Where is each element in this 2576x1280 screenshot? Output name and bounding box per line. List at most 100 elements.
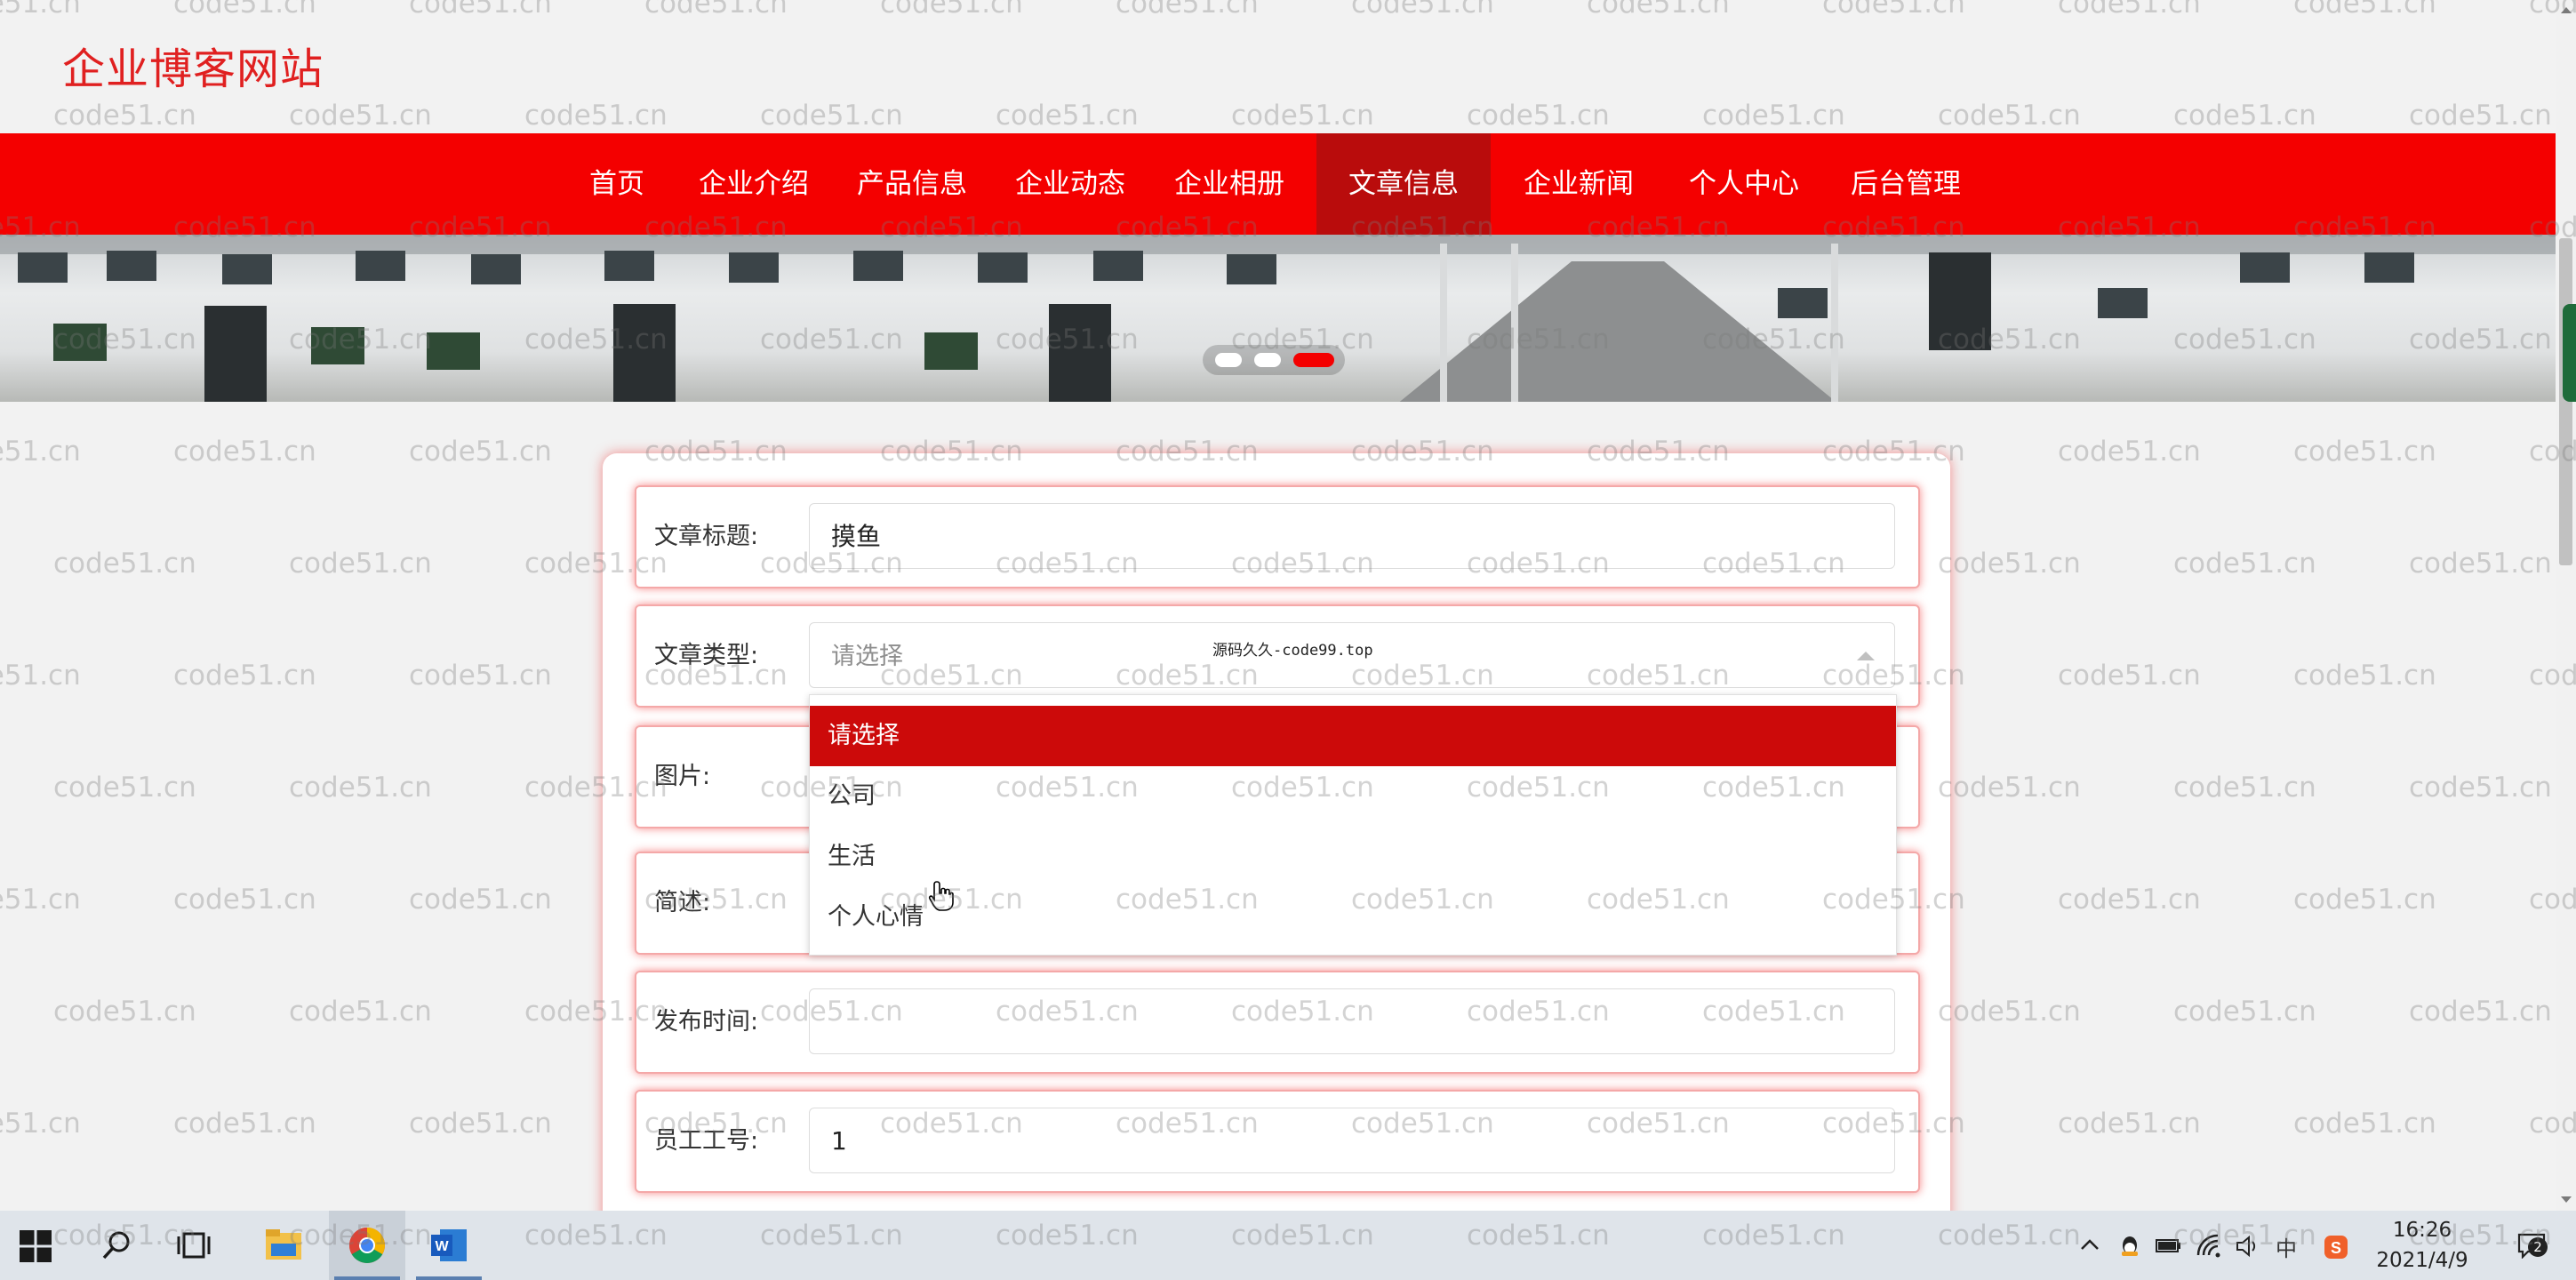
scroll-down-arrow[interactable] (2561, 1196, 2572, 1203)
banner-window (1227, 254, 1276, 284)
main-nav: 首页 企业介绍 产品信息 企业动态 企业相册 文章信息 企业新闻 个人中心 后台… (0, 133, 2556, 235)
sogou-icon[interactable]: S (2323, 1234, 2349, 1260)
publish-time-input[interactable] (809, 988, 1895, 1054)
title-label: 文章标题: (654, 523, 759, 550)
hand-cursor-icon (928, 881, 954, 911)
banner-window (2098, 288, 2148, 318)
active-indicator (416, 1276, 482, 1280)
taskbar-clock[interactable]: 16:26 2021/4/9 (2364, 1215, 2480, 1276)
file-explorer-button[interactable] (245, 1211, 322, 1280)
scroll-up-arrow[interactable] (2561, 7, 2572, 13)
banner-window (1778, 288, 1828, 318)
active-indicator (334, 1276, 400, 1280)
type-dropdown-menu: 请选择 公司 生活 个人心情 (809, 694, 1897, 956)
type-option-mood[interactable]: 个人心情 (810, 887, 1896, 948)
banner-window (604, 251, 654, 281)
wifi-icon[interactable] (2196, 1234, 2222, 1259)
start-button[interactable] (0, 1211, 76, 1280)
nav-item-album[interactable]: 企业相册 (1174, 133, 1284, 235)
carousel-dot-active[interactable] (1293, 353, 1334, 367)
banner-window (729, 252, 779, 283)
banner-door (1049, 304, 1111, 402)
nav-item-articles[interactable]: 文章信息 (1316, 133, 1491, 235)
banner-window (107, 251, 156, 281)
svg-text:S: S (2331, 1239, 2341, 1257)
search-icon (102, 1231, 130, 1260)
side-widget[interactable] (2563, 304, 2576, 402)
battery-icon[interactable] (2155, 1234, 2181, 1257)
word-taskbar-button[interactable]: W (411, 1211, 487, 1280)
banner-window (853, 251, 903, 281)
qq-icon[interactable] (2117, 1234, 2142, 1259)
title-input-value: 摸鱼 (831, 522, 882, 551)
banner-window (18, 252, 68, 283)
type-option-company[interactable]: 公司 (810, 766, 1896, 827)
image-label: 图片: (654, 763, 711, 790)
nav-item-home[interactable]: 首页 (589, 133, 644, 235)
employee-id-value: 1 (831, 1126, 847, 1156)
banner-window (356, 251, 405, 281)
taskbar-search-button[interactable] (78, 1211, 155, 1280)
volume-icon[interactable] (2235, 1234, 2261, 1259)
banner-shrub (311, 327, 364, 364)
nav-item-company-news[interactable]: 企业新闻 (1524, 133, 1634, 235)
page-scrollbar[interactable] (2556, 0, 2576, 1211)
employee-id-input[interactable]: 1 (809, 1108, 1895, 1173)
file-explorer-icon (266, 1229, 301, 1260)
title-row: 文章标题: 摸鱼 (635, 485, 1920, 588)
publish-time-row: 发布时间: (635, 971, 1920, 1074)
banner-window (471, 254, 521, 284)
task-view-button[interactable] (156, 1211, 233, 1280)
type-select-placeholder: 请选择 (831, 643, 903, 670)
banner-shrub (53, 324, 107, 361)
windows-start-icon (20, 1230, 52, 1262)
banner-window (978, 252, 1028, 283)
chrome-taskbar-button[interactable] (329, 1211, 405, 1280)
type-option-placeholder[interactable]: 请选择 (810, 706, 1896, 766)
banner-window (1093, 251, 1143, 281)
nav-item-products[interactable]: 产品信息 (857, 133, 967, 235)
chrome-icon (349, 1228, 385, 1263)
chevron-up-icon (1857, 652, 1875, 660)
banner-railing (1440, 244, 1447, 402)
banner-railing (1831, 244, 1838, 402)
ime-indicator[interactable]: 中 (2276, 1231, 2297, 1262)
type-option-life[interactable]: 生活 (810, 827, 1896, 887)
nav-item-profile[interactable]: 个人中心 (1689, 133, 1799, 235)
publish-time-label: 发布时间: (654, 1008, 759, 1036)
banner-door (613, 304, 676, 402)
type-label: 文章类型: (654, 642, 759, 669)
carousel-dot[interactable] (1254, 353, 1281, 367)
clock-date: 2021/4/9 (2376, 1249, 2468, 1272)
nav-item-company-news-feed[interactable]: 企业动态 (1015, 133, 1125, 235)
carousel-indicators (1203, 345, 1345, 375)
scrollbar-thumb[interactable] (2559, 238, 2572, 565)
summary-label: 简述: (654, 889, 711, 916)
windows-taskbar: W (0, 1211, 2576, 1280)
banner-window (2240, 252, 2290, 283)
browser-page: 企业博客网站 首页 企业介绍 产品信息 企业动态 企业相册 文章信息 企业新闻 … (0, 0, 2556, 1211)
employee-id-row: 员工工号: 1 (635, 1090, 1920, 1193)
notification-count-badge: 2 (2528, 1237, 2548, 1257)
carousel-dot[interactable] (1215, 353, 1242, 367)
banner-door (204, 306, 267, 402)
banner-door (1929, 252, 1991, 350)
nav-item-admin[interactable]: 后台管理 (1851, 133, 1961, 235)
banner-shrub (924, 332, 978, 370)
banner-window (2364, 252, 2414, 283)
banner-carousel (0, 235, 2556, 402)
site-title[interactable]: 企业博客网站 (62, 34, 324, 96)
banner-railing (1511, 244, 1518, 402)
overlay-watermark: 源码久久-code99.top (1212, 642, 1373, 660)
svg-text:W: W (435, 1239, 449, 1254)
nav-item-company-intro[interactable]: 企业介绍 (699, 133, 809, 235)
banner-shrub (427, 332, 480, 370)
word-icon: W (431, 1229, 467, 1261)
title-input[interactable]: 摸鱼 (809, 503, 1895, 569)
banner-window (222, 254, 272, 284)
chevron-up-icon[interactable] (2078, 1234, 2101, 1257)
task-view-icon (177, 1232, 211, 1259)
banner-road (1387, 261, 1849, 402)
employee-id-label: 员工工号: (654, 1127, 759, 1155)
clock-time: 16:26 (2392, 1219, 2452, 1242)
